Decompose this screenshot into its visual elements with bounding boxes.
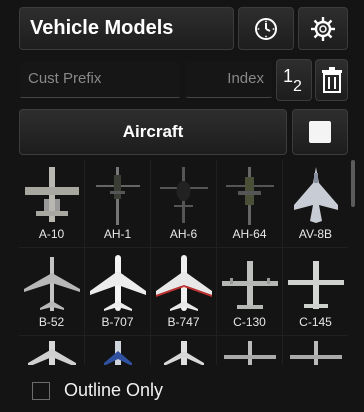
history-button[interactable] xyxy=(238,7,294,50)
settings-button[interactable] xyxy=(298,7,348,50)
cust-prefix-input[interactable]: Cust Prefix xyxy=(20,62,180,98)
subscript-button[interactable]: 1 2 xyxy=(276,59,312,101)
model-tile-b707[interactable]: B-707 xyxy=(85,248,151,336)
b747-aircraft-icon xyxy=(155,255,212,311)
b707-aircraft-icon xyxy=(89,255,146,311)
model-label: C-145 xyxy=(299,315,332,329)
model-label: AH-64 xyxy=(232,227,267,241)
model-tile[interactable] xyxy=(283,336,348,365)
page-title: Vehicle Models xyxy=(30,17,174,39)
ah64-helicopter-icon xyxy=(225,167,274,225)
model-label: B-707 xyxy=(101,315,134,329)
a10-aircraft-icon xyxy=(24,167,79,222)
outline-only-label: Outline Only xyxy=(64,380,164,400)
cust-prefix-placeholder: Cust Prefix xyxy=(28,70,102,87)
model-label: B-747 xyxy=(167,315,200,329)
model-tile-c130[interactable]: C-130 xyxy=(217,248,283,336)
model-tile[interactable] xyxy=(217,336,283,365)
grid-scrollbar[interactable] xyxy=(351,160,355,207)
category-toggle-button[interactable] xyxy=(292,109,348,155)
c130-aircraft-icon xyxy=(221,261,278,309)
model-tile-av8b[interactable]: AV-8B xyxy=(283,160,348,248)
model-label: AV-8B xyxy=(298,227,333,241)
c145-aircraft-icon xyxy=(287,261,344,309)
svg-text:2: 2 xyxy=(293,78,302,95)
av8b-jet-icon xyxy=(293,167,338,223)
model-label: C-130 xyxy=(233,315,266,329)
ah6-helicopter-icon xyxy=(159,167,208,223)
trash-icon xyxy=(321,67,342,93)
index-input[interactable]: Index xyxy=(186,62,272,98)
model-label: A-10 xyxy=(38,227,65,241)
model-tile-c145[interactable]: C-145 xyxy=(283,248,348,336)
delete-button[interactable] xyxy=(315,59,348,101)
model-tile[interactable] xyxy=(151,336,217,365)
category-label: Aircraft xyxy=(122,122,184,141)
index-placeholder: Index xyxy=(227,70,264,87)
b52-aircraft-icon xyxy=(23,257,80,311)
square-icon xyxy=(309,121,331,143)
outline-only-option[interactable]: Outline Only xyxy=(32,380,163,401)
ah1-helicopter-icon xyxy=(95,167,140,225)
vehicle-model-grid[interactable]: A-10 AH-1 AH-6 AH-64 AV-8B B-52 B-707 B-… xyxy=(19,160,348,365)
model-tile-a10[interactable]: A-10 xyxy=(19,160,85,248)
model-tile[interactable] xyxy=(85,336,151,365)
gear-icon xyxy=(311,16,335,41)
model-tile-b52[interactable]: B-52 xyxy=(19,248,85,336)
model-tile-ah1[interactable]: AH-1 xyxy=(85,160,151,248)
aircraft-icon xyxy=(223,341,276,365)
category-aircraft-button[interactable]: Aircraft xyxy=(19,109,287,155)
aircraft-icon xyxy=(27,341,76,365)
model-tile-ah64[interactable]: AH-64 xyxy=(217,160,283,248)
subscript-icon: 1 2 xyxy=(283,66,302,95)
aircraft-icon xyxy=(289,341,342,365)
model-tile-b747[interactable]: B-747 xyxy=(151,248,217,336)
model-label: B-52 xyxy=(38,315,65,329)
model-label: AH-6 xyxy=(169,227,198,241)
outline-only-checkbox[interactable] xyxy=(32,381,50,400)
vehicle-models-title[interactable]: Vehicle Models xyxy=(19,7,234,50)
model-label: AH-1 xyxy=(103,227,132,241)
model-tile[interactable] xyxy=(19,336,85,365)
model-tile-ah6[interactable]: AH-6 xyxy=(151,160,217,248)
svg-text:1: 1 xyxy=(283,66,293,86)
clock-icon xyxy=(255,17,277,40)
aircraft-icon xyxy=(163,341,204,365)
aircraft-icon xyxy=(103,341,132,365)
